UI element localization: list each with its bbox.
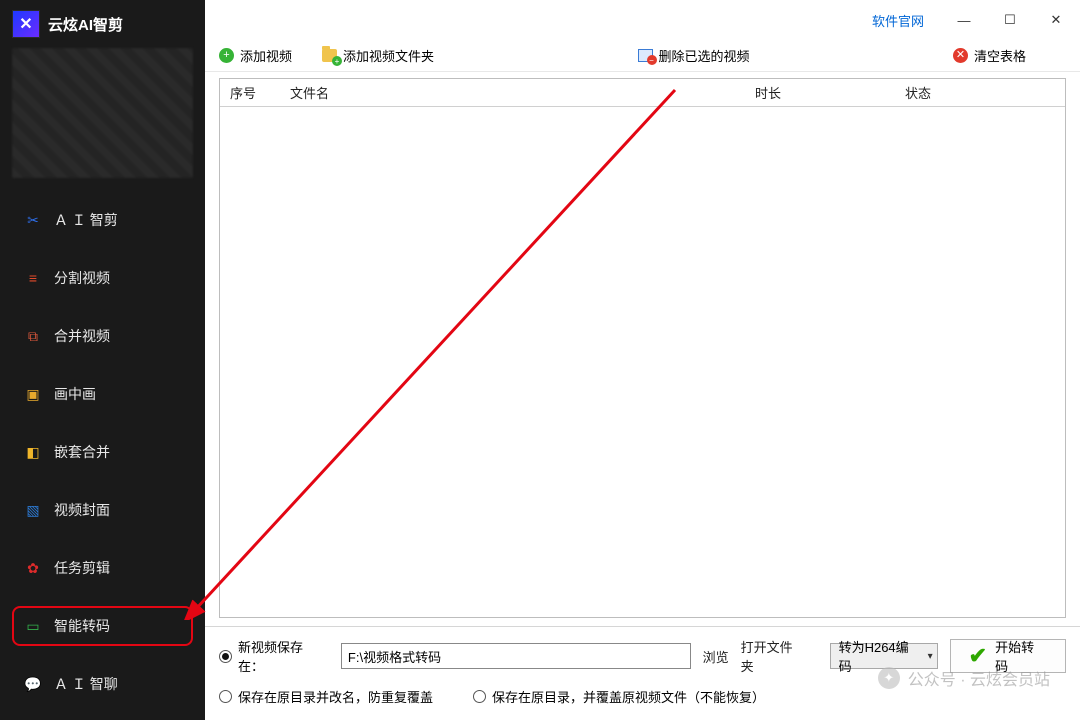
radio-label: 保存在原目录，并覆盖原视频文件（不能恢复）	[492, 687, 765, 706]
transcode-icon: ▭	[24, 617, 42, 635]
window-minimize-button[interactable]: —	[950, 6, 978, 34]
codec-select[interactable]: 转为H264编码 ▾	[830, 643, 938, 669]
table-header-index[interactable]: 序号	[220, 83, 280, 102]
save-to-path-radio[interactable]: 新视频保存在：	[219, 637, 329, 675]
chevron-down-icon: ▾	[928, 651, 933, 662]
save-path-input[interactable]	[341, 643, 691, 669]
sidebar-item-nest[interactable]: ◧ 嵌套合并	[18, 438, 187, 466]
window-minus-icon: −	[638, 49, 653, 62]
sidebar-item-ai-clip[interactable]: ✂ Ａ Ｉ 智剪	[18, 206, 187, 234]
radio-dot-icon	[219, 690, 232, 703]
save-rename-radio[interactable]: 保存在原目录并改名，防重复覆盖	[219, 687, 433, 706]
sidebar-item-label: 分割视频	[54, 268, 110, 288]
official-site-link[interactable]: 软件官网	[872, 11, 924, 30]
sidebar-item-label: Ａ Ｉ 智聊	[54, 674, 118, 694]
radio-dot-icon	[219, 650, 232, 663]
window-maximize-button[interactable]: ☐	[996, 6, 1024, 34]
nest-icon: ◧	[24, 443, 42, 461]
sidebar-item-cover[interactable]: ▧ 视频封面	[18, 496, 187, 524]
table-header-duration[interactable]: 时长	[745, 83, 895, 102]
plus-icon: +	[219, 48, 234, 63]
clear-icon: ✕	[953, 48, 968, 63]
task-icon: ✿	[24, 559, 42, 577]
sidebar-item-pip[interactable]: ▣ 画中画	[18, 380, 187, 408]
button-label: 开始转码	[995, 637, 1047, 675]
sidebar-item-label: 智能转码	[54, 616, 110, 636]
sidebar-item-merge[interactable]: ⧉ 合并视频	[18, 322, 187, 350]
select-value: 转为H264编码	[839, 637, 922, 675]
sidebar-item-label: 嵌套合并	[54, 442, 110, 462]
sidebar-item-label: 视频封面	[54, 500, 110, 520]
sidebar-item-transcode[interactable]: ▭ 智能转码	[18, 612, 187, 640]
table-header-filename[interactable]: 文件名	[280, 83, 745, 102]
cover-icon: ▧	[24, 501, 42, 519]
merge-icon: ⧉	[24, 327, 42, 345]
radio-label: 保存在原目录并改名，防重复覆盖	[238, 687, 433, 706]
window-close-button[interactable]: ✕	[1042, 6, 1070, 34]
sidebar-item-label: 画中画	[54, 384, 96, 404]
radio-label: 新视频保存在：	[238, 637, 329, 675]
open-folder-button[interactable]: 打开文件夹	[741, 637, 806, 675]
sidebar: ✕ 云炫AI智剪 ✂ Ａ Ｉ 智剪 ≡ 分割视频 ⧉ 合并视频 ▣ 画中画 ◧ 嵌套合并 …	[0, 0, 205, 720]
sidebar-item-label: 任务剪辑	[54, 558, 110, 578]
wand-icon: ✂	[24, 211, 42, 229]
radio-dot-icon	[473, 690, 486, 703]
sidebar-item-label: Ａ Ｉ 智剪	[54, 210, 118, 230]
save-overwrite-radio[interactable]: 保存在原目录，并覆盖原视频文件（不能恢复）	[473, 687, 765, 706]
app-header: ✕ 云炫AI智剪	[0, 0, 205, 48]
delete-selected-button[interactable]: − 删除已选的视频	[638, 46, 750, 65]
table-header-row: 序号 文件名 时长 状态	[220, 79, 1065, 107]
sidebar-item-ai-chat[interactable]: 💬 Ａ Ｉ 智聊	[18, 670, 187, 698]
toolbar-label: 添加视频	[240, 46, 292, 65]
chat-icon: 💬	[24, 675, 42, 693]
sidebar-userinfo-blurred	[12, 48, 193, 178]
window-titlebar: 软件官网 — ☐ ✕	[205, 0, 1080, 40]
table-header-status[interactable]: 状态	[895, 83, 1065, 102]
table-body-empty[interactable]	[220, 107, 1065, 617]
sidebar-item-label: 合并视频	[54, 326, 110, 346]
sidebar-item-split[interactable]: ≡ 分割视频	[18, 264, 187, 292]
toolbar: + 添加视频 + 添加视频文件夹 − 删除已选的视频 ✕ 清空表格	[205, 40, 1080, 72]
video-table: 序号 文件名 时长 状态	[219, 78, 1066, 618]
app-logo-icon: ✕	[12, 10, 40, 38]
footer-panel: 新视频保存在： 浏览 打开文件夹 转为H264编码 ▾ ✔ 开始转码 保存	[205, 626, 1080, 720]
app-title: 云炫AI智剪	[48, 14, 123, 35]
pip-icon: ▣	[24, 385, 42, 403]
start-transcode-button[interactable]: ✔ 开始转码	[950, 639, 1066, 673]
add-video-button[interactable]: + 添加视频	[219, 46, 292, 65]
check-icon: ✔	[969, 643, 987, 669]
add-folder-button[interactable]: + 添加视频文件夹	[322, 46, 434, 65]
toolbar-label: 清空表格	[974, 46, 1026, 65]
toolbar-label: 删除已选的视频	[659, 46, 750, 65]
split-icon: ≡	[24, 269, 42, 287]
folder-plus-icon: +	[322, 49, 337, 62]
browse-button[interactable]: 浏览	[703, 647, 729, 666]
toolbar-label: 添加视频文件夹	[343, 46, 434, 65]
main-panel: 软件官网 — ☐ ✕ + 添加视频 + 添加视频文件夹 − 删除已选的视频 ✕	[205, 0, 1080, 720]
sidebar-item-task[interactable]: ✿ 任务剪辑	[18, 554, 187, 582]
sidebar-nav: ✂ Ａ Ｉ 智剪 ≡ 分割视频 ⧉ 合并视频 ▣ 画中画 ◧ 嵌套合并 ▧ 视频封面 ✿ 任务…	[0, 206, 205, 698]
clear-table-button[interactable]: ✕ 清空表格	[953, 46, 1026, 65]
